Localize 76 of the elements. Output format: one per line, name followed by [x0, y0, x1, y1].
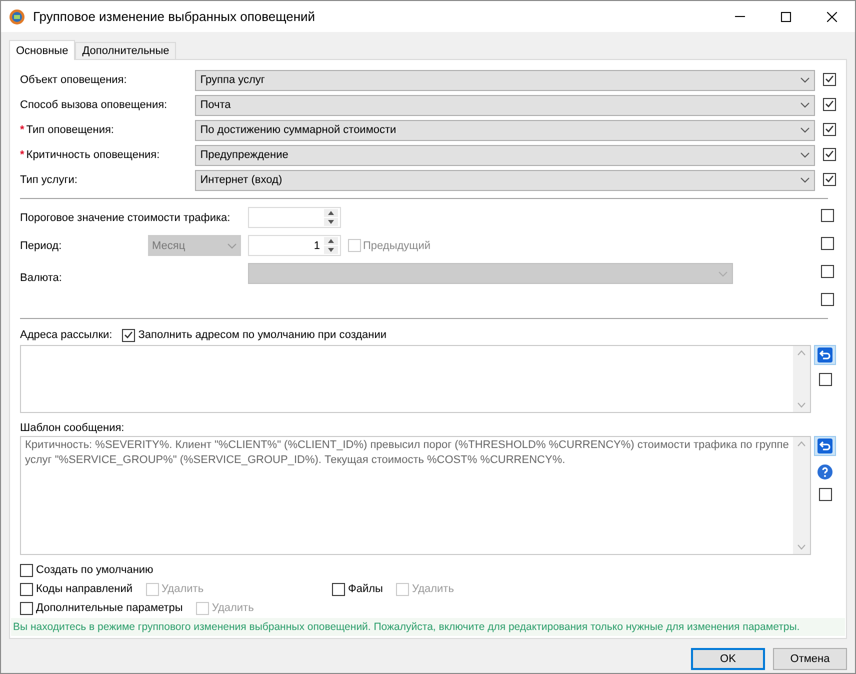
- spin-down-icon[interactable]: [324, 246, 338, 254]
- dropdown[interactable]: Почта: [195, 94, 815, 116]
- checkbox-label: Удалить: [212, 601, 254, 615]
- checkbox[interactable]: [821, 265, 834, 278]
- checkbox-label: Предыдущий: [363, 238, 430, 252]
- checkbox[interactable]: [823, 98, 836, 111]
- checkmark-icon: [124, 331, 134, 339]
- checkbox-label: Файлы: [348, 582, 383, 596]
- window-title: Групповое изменение выбранных оповещений: [33, 10, 316, 24]
- dropdown[interactable]: По достижению суммарной стоимости: [195, 120, 815, 140]
- checkbox-label: Создать по умолчанию: [36, 563, 154, 577]
- checkbox-label: Коды направлений: [36, 582, 133, 596]
- dropdown[interactable]: Группа услуг: [195, 70, 815, 90]
- app-icon: [9, 8, 25, 24]
- checkbox[interactable]: [823, 122, 836, 136]
- checkbox[interactable]: [818, 373, 832, 386]
- number-field[interactable]: [248, 207, 341, 228]
- required-mark: *: [20, 148, 24, 162]
- dialog-button[interactable]: Отмена: [773, 648, 847, 670]
- checkbox-label: Заполнить адресом по умолчанию при создании: [138, 328, 387, 342]
- field-label: Пороговое значение стоимости трафика:: [20, 210, 232, 224]
- chevron-down-icon: [718, 270, 728, 276]
- help-icon[interactable]: [817, 464, 833, 480]
- checkbox[interactable]: [823, 72, 836, 86]
- field-label: Тип оповещения:: [26, 123, 114, 137]
- required-mark: *: [20, 123, 24, 137]
- checkbox-label: Удалить: [162, 582, 204, 596]
- checkbox[interactable]: [823, 148, 836, 161]
- checkmark-icon: [825, 100, 834, 108]
- undo-button[interactable]: [814, 345, 836, 365]
- field-label: Адреса рассылки:: [20, 328, 112, 342]
- checkbox[interactable]: [821, 209, 834, 222]
- field-label: Валюта:: [20, 270, 63, 284]
- chevron-down-icon: [227, 242, 237, 248]
- maximize-icon: [781, 12, 791, 22]
- checkbox[interactable]: [821, 293, 834, 306]
- checkbox[interactable]: [20, 564, 33, 576]
- field-label: Период:: [20, 238, 63, 252]
- checkmark-icon: [825, 125, 834, 134]
- checkmark-icon: [825, 75, 834, 84]
- checkmark-icon: [825, 150, 834, 158]
- spin-up-icon[interactable]: [324, 209, 338, 217]
- addresses-field[interactable]: [20, 345, 811, 413]
- chevron-down-icon: [800, 102, 810, 108]
- number-field[interactable]: 1: [248, 235, 341, 256]
- checkbox[interactable]: [818, 488, 832, 501]
- close-icon: [827, 12, 837, 22]
- checkbox[interactable]: [122, 328, 136, 342]
- chevron-down-icon: [800, 77, 810, 83]
- dropdown[interactable]: Интернет (вход): [195, 170, 815, 190]
- field-label: Тип услуги:: [20, 173, 78, 187]
- tab[interactable]: Основные: [9, 40, 76, 60]
- minimize-icon: [735, 16, 745, 17]
- undo-button[interactable]: [814, 436, 836, 456]
- checkbox[interactable]: [20, 602, 33, 614]
- field-label: Объект оповещения:: [20, 73, 127, 87]
- spin-down-icon[interactable]: [324, 218, 338, 226]
- field-label: Шаблон сообщения:: [20, 421, 126, 435]
- dialog-button[interactable]: OK: [691, 648, 765, 670]
- field-label: Критичность оповещения:: [26, 148, 160, 162]
- chevron-down-icon: [800, 127, 810, 133]
- spin-up-icon[interactable]: [324, 237, 338, 245]
- checkbox[interactable]: [20, 582, 33, 596]
- field-label: Способ вызова оповещения:: [20, 98, 168, 112]
- checkbox[interactable]: [332, 582, 345, 596]
- template-field[interactable]: Критичность: %SEVERITY%. Клиент "%CLIENT%" (%CLIENT_ID%) превысил порог (%THRESHOLD% %CURRENCY%) стоимости трафика по группе услуг "%SERVICE_GROUP%" (%SERVICE_GROUP_ID%). Текущая стоимость %COST% %CURRENCY%.: [20, 436, 811, 555]
- checkmark-icon: [825, 175, 834, 184]
- checkbox[interactable]: [823, 172, 836, 186]
- dropdown[interactable]: Предупреждение: [195, 144, 815, 166]
- tab[interactable]: Дополнительные: [75, 42, 176, 59]
- checkbox-label: Удалить: [412, 582, 454, 596]
- checkbox[interactable]: [821, 237, 834, 250]
- chevron-down-icon: [800, 152, 810, 158]
- checkbox-label: Дополнительные параметры: [36, 601, 183, 615]
- notice-text: Вы находитесь в режиме группового изменения выбранных оповещений. Пожалуйста, включите для редактирования только нужные для изменения параметры.: [11, 618, 845, 636]
- chevron-down-icon: [800, 177, 810, 183]
